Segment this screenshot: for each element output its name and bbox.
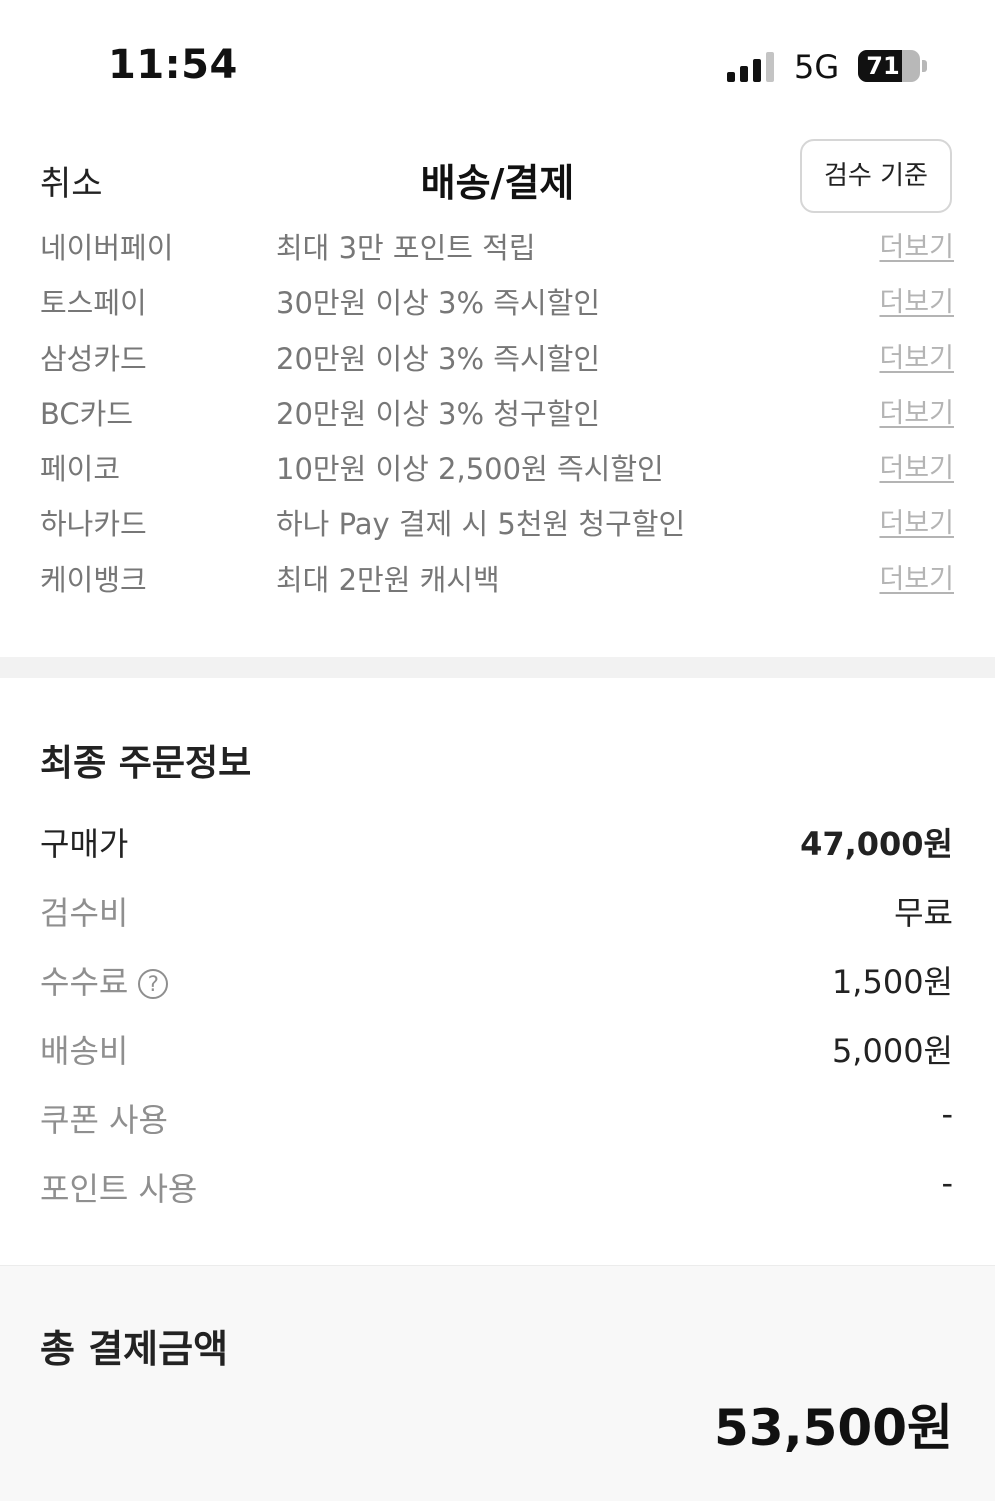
row-value: 5,000원: [831, 1032, 953, 1070]
battery-icon: 71: [858, 50, 920, 82]
order-info-title: 최종 주문정보: [40, 743, 252, 784]
promotion-more-link[interactable]: 더보기: [879, 501, 954, 540]
row-value: 47,000원: [800, 825, 953, 863]
promotion-more-link[interactable]: 더보기: [879, 557, 954, 596]
order-row-commission: 수수료? 1,500원: [0, 944, 995, 1013]
promotion-item: 네이버페이 최대 3만 포인트 적립 더보기: [0, 219, 995, 274]
row-label: 배송비: [40, 1032, 129, 1070]
battery-level: 71: [866, 52, 900, 80]
network-type: 5G: [794, 48, 840, 86]
cellular-signal-icon: [727, 50, 777, 82]
row-label: 검수비: [40, 894, 129, 932]
row-label: 포인트 사용: [40, 1170, 198, 1208]
promotion-name: 토스페이: [40, 286, 147, 321]
promotion-description: 하나 Pay 결제 시 5천원 청구할인: [276, 507, 686, 542]
promotion-description: 20만원 이상 3% 즉시할인: [276, 341, 601, 376]
section-divider: [0, 657, 995, 678]
row-label-wrapper: 수수료?: [40, 957, 169, 1003]
total-amount: 53,500원: [714, 1399, 953, 1457]
header: 취소 배송/결제 검수 기준: [0, 130, 995, 222]
order-row-points: 포인트 사용 -: [0, 1151, 995, 1220]
total-payment-panel: 총 결제금액 53,500원: [0, 1265, 995, 1501]
promotion-item: 케이뱅크 최대 2만원 캐시백 더보기: [0, 551, 995, 606]
row-value: -: [941, 1164, 953, 1202]
promotion-description: 최대 2만원 캐시백: [276, 562, 500, 597]
promotion-more-link[interactable]: 더보기: [879, 391, 954, 430]
promotion-list: 네이버페이 최대 3만 포인트 적립 더보기 토스페이 30만원 이상 3% 즉…: [0, 219, 995, 606]
order-info-list: 구매가 47,000원 검수비 무료 수수료? 1,500원 배송비 5,000…: [0, 806, 995, 1220]
promotion-more-link[interactable]: 더보기: [879, 446, 954, 485]
promotion-item: 하나카드 하나 Pay 결제 시 5천원 청구할인 더보기: [0, 495, 995, 550]
promotion-name: 케이뱅크: [40, 562, 147, 597]
promotion-more-link[interactable]: 더보기: [879, 336, 954, 375]
promotion-item: 토스페이 30만원 이상 3% 즉시할인 더보기: [0, 274, 995, 329]
promotion-description: 10만원 이상 2,500원 즉시할인: [276, 452, 664, 487]
status-bar: 11:54 5G 71: [0, 0, 995, 120]
row-label: 쿠폰 사용: [40, 1101, 168, 1139]
order-row-shipping-fee: 배송비 5,000원: [0, 1013, 995, 1082]
promotion-name: 하나카드: [40, 507, 147, 542]
inspection-criteria-button[interactable]: 검수 기준: [800, 139, 952, 213]
row-value: -: [941, 1095, 953, 1133]
promotion-item: 삼성카드 20만원 이상 3% 즉시할인 더보기: [0, 330, 995, 385]
order-row-inspection-fee: 검수비 무료: [0, 875, 995, 944]
battery-nub: [922, 60, 927, 72]
row-label: 구매가: [40, 825, 129, 863]
promotion-name: 페이코: [40, 452, 121, 487]
promotion-item: BC카드 20만원 이상 3% 청구할인 더보기: [0, 385, 995, 440]
promotion-more-link[interactable]: 더보기: [879, 225, 954, 264]
promotion-description: 최대 3만 포인트 적립: [276, 231, 536, 265]
promotion-name: 네이버페이: [40, 231, 174, 265]
promotion-name: 삼성카드: [40, 341, 147, 376]
order-row-coupon: 쿠폰 사용 -: [0, 1082, 995, 1151]
promotion-more-link[interactable]: 더보기: [879, 280, 954, 319]
promotion-description: 20만원 이상 3% 청구할인: [276, 396, 601, 431]
total-label: 총 결제금액: [40, 1327, 229, 1371]
status-time: 11:54: [108, 42, 238, 88]
promotion-item: 페이코 10만원 이상 2,500원 즉시할인 더보기: [0, 440, 995, 495]
promotion-name: BC카드: [40, 396, 133, 431]
row-label: 수수료: [40, 963, 129, 1001]
row-value: 무료: [894, 894, 953, 932]
row-value: 1,500원: [831, 963, 953, 1001]
promotion-description: 30만원 이상 3% 즉시할인: [276, 286, 601, 321]
question-circle-icon[interactable]: ?: [138, 969, 169, 999]
order-row-purchase-price: 구매가 47,000원: [0, 806, 995, 875]
